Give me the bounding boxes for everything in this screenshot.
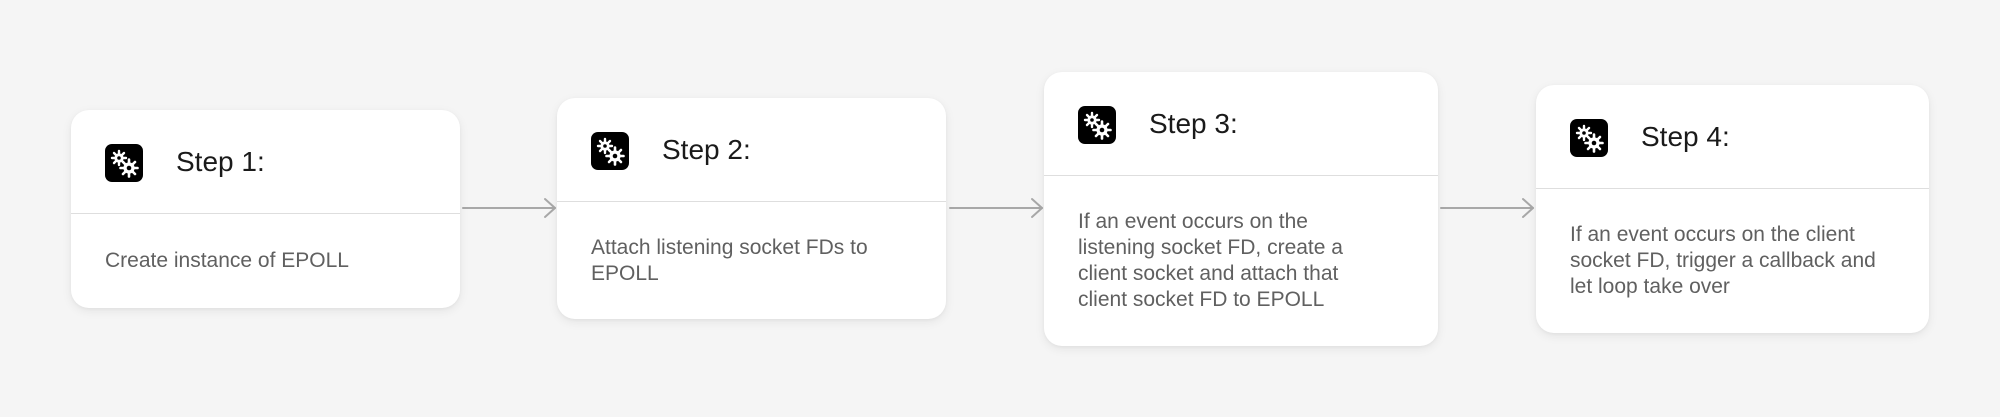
arrow-step2-to-step3 bbox=[949, 198, 1043, 218]
step-card-header: Step 3: bbox=[1044, 72, 1438, 176]
step-title: Step 2: bbox=[662, 134, 751, 165]
step-description: Attach listening socket FDs to EPOLL bbox=[591, 235, 868, 285]
step-card-1: Step 1: Create instance of EPOLL bbox=[71, 110, 460, 308]
step-title: Step 1: bbox=[176, 146, 265, 177]
step-description-area: Attach listening socket FDs to EPOLL bbox=[557, 202, 946, 319]
step-card-header: Step 1: bbox=[71, 110, 460, 214]
step-card-3: Step 3: If an event occurs on the listen… bbox=[1044, 72, 1438, 346]
step-card-4: Step 4: If an event occurs on the client… bbox=[1536, 85, 1929, 333]
gears-icon bbox=[1078, 106, 1116, 144]
step-card-header: Step 4: bbox=[1536, 85, 1929, 189]
arrow-step3-to-step4 bbox=[1440, 198, 1534, 218]
step-description: If an event occurs on the client socket … bbox=[1570, 223, 1876, 298]
step-description: If an event occurs on the listening sock… bbox=[1078, 210, 1343, 311]
step-card-header: Step 2: bbox=[557, 98, 946, 202]
gears-icon bbox=[105, 144, 143, 182]
gears-icon bbox=[1570, 119, 1608, 157]
step-description-area: If an event occurs on the client socket … bbox=[1536, 189, 1929, 333]
gears-icon bbox=[591, 132, 629, 170]
step-title: Step 3: bbox=[1149, 108, 1238, 139]
step-description-area: Create instance of EPOLL bbox=[71, 214, 460, 308]
step-description: Create instance of EPOLL bbox=[105, 249, 349, 272]
step-description-area: If an event occurs on the listening sock… bbox=[1044, 176, 1438, 346]
arrow-step1-to-step2 bbox=[462, 198, 556, 218]
step-title: Step 4: bbox=[1641, 121, 1730, 152]
step-card-2: Step 2: Attach listening socket FDs to E… bbox=[557, 98, 946, 319]
